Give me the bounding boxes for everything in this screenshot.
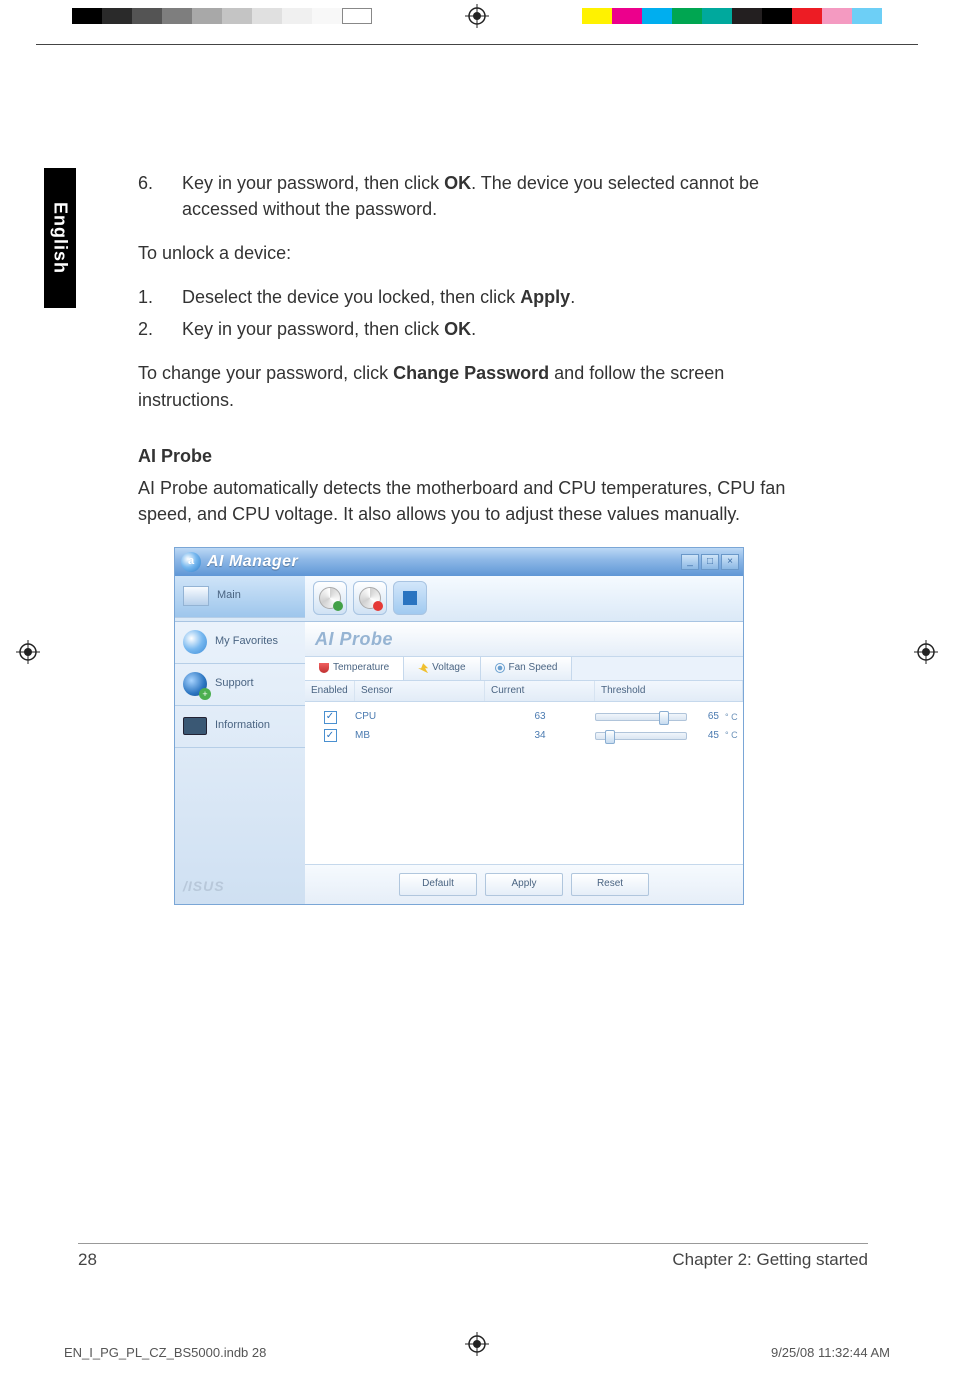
table-row: ✓ CPU63 65 ° C [305, 708, 743, 727]
nav-information[interactable]: Information [175, 706, 305, 748]
enable-checkbox[interactable]: ✓ [324, 711, 337, 724]
footer-datetime: 9/25/08 11:32:44 AM [771, 1345, 890, 1360]
unlock-heading: To unlock a device: [138, 240, 788, 266]
ai-probe-heading: AI Probe [138, 443, 788, 469]
list-number: 1. [138, 284, 182, 310]
globe-icon [183, 672, 207, 696]
window-title: AI Manager [207, 550, 298, 573]
main-pane: AI Probe Temperature Voltage Fan Speed E… [305, 622, 743, 904]
chapter-label: Chapter 2: Getting started [672, 1250, 868, 1270]
lock-dot-icon [373, 601, 383, 611]
list-number: 6. [138, 170, 182, 222]
col-threshold: Threshold [595, 681, 743, 702]
list-body: Key in your password, then click OK. [182, 316, 788, 342]
language-tab: English [44, 168, 76, 308]
footer-filename: EN_I_PG_PL_CZ_BS5000.indb 28 [64, 1345, 266, 1360]
bolt-icon [418, 663, 428, 673]
document-footer: EN_I_PG_PL_CZ_BS5000.indb 28 9/25/08 11:… [64, 1345, 890, 1360]
threshold-value: 65 [697, 710, 719, 725]
tab-label: Fan Speed [509, 661, 558, 676]
page-number: 28 [78, 1250, 97, 1270]
registration-mark-top-icon [465, 4, 489, 28]
sensor-name: MB [355, 729, 485, 744]
col-enabled: Enabled [305, 681, 355, 702]
page-content: 6. Key in your password, then click OK. … [138, 170, 788, 905]
threshold-slider[interactable] [595, 732, 687, 740]
side-nav: My Favorites Support Information /ISUS [175, 622, 305, 904]
footer-rule [78, 1243, 868, 1244]
unlock-dot-icon [333, 601, 343, 611]
enable-checkbox[interactable]: ✓ [324, 729, 337, 742]
reset-button[interactable]: Reset [571, 873, 649, 896]
minimize-button[interactable]: _ [681, 554, 699, 570]
list-number: 2. [138, 316, 182, 342]
nav-label: Information [215, 718, 270, 734]
ai-probe-button[interactable] [393, 581, 427, 615]
apply-button[interactable]: Apply [485, 873, 563, 896]
monitor-icon [183, 717, 207, 735]
close-button[interactable]: × [721, 554, 739, 570]
threshold-value: 45 [697, 729, 719, 744]
folder-icon [183, 586, 209, 606]
grid-body: ✓ CPU63 65 ° C ✓ MB34 45 ° C [305, 702, 743, 864]
button-bar: Default Apply Reset [305, 864, 743, 904]
probe-tabs: Temperature Voltage Fan Speed [305, 657, 743, 681]
unit-label: ° C [725, 729, 743, 742]
sensor-name: CPU [355, 710, 485, 725]
tab-label: Temperature [333, 661, 389, 676]
list-body: Deselect the device you locked, then cli… [182, 284, 788, 310]
nav-label: My Favorites [215, 634, 278, 650]
nav-label: Main [217, 588, 241, 604]
crop-rule-top [36, 44, 918, 45]
fan-icon [495, 663, 505, 673]
col-sensor: Sensor [355, 681, 485, 702]
current-value: 34 [485, 729, 595, 744]
tab-fan-speed[interactable]: Fan Speed [481, 657, 573, 680]
maximize-button[interactable]: □ [701, 554, 719, 570]
nav-support[interactable]: Support [175, 664, 305, 706]
nav-main[interactable]: Main [175, 576, 305, 618]
tab-temperature[interactable]: Temperature [305, 657, 404, 680]
tab-label: Voltage [432, 661, 465, 676]
app-logo-icon: a [181, 552, 201, 572]
unit-label: ° C [725, 711, 743, 724]
chip-icon [403, 591, 417, 605]
tab-voltage[interactable]: Voltage [404, 657, 480, 680]
registration-mark-right-icon [914, 640, 938, 664]
grid-header: Enabled Sensor Current Threshold [305, 681, 743, 703]
thermometer-icon [319, 663, 329, 673]
nav-favorites[interactable]: My Favorites [175, 622, 305, 664]
nav-label: Support [215, 676, 254, 692]
registration-mark-left-icon [16, 640, 40, 664]
change-password-paragraph: To change your password, click Change Pa… [138, 360, 788, 412]
ai-disk-button[interactable] [313, 581, 347, 615]
toolbar: Main [175, 576, 743, 622]
ai-probe-description: AI Probe automatically detects the mothe… [138, 475, 788, 527]
default-button[interactable]: Default [399, 873, 477, 896]
current-value: 63 [485, 710, 595, 725]
table-row: ✓ MB34 45 ° C [305, 727, 743, 746]
list-body: Key in your password, then click OK. The… [182, 170, 788, 222]
col-current: Current [485, 681, 595, 702]
threshold-slider[interactable] [595, 713, 687, 721]
asus-logo: /ISUS [175, 868, 305, 904]
ai-manager-window: a AI Manager _ □ × Main [174, 547, 744, 905]
pane-title: AI Probe [305, 622, 743, 657]
ai-security-button[interactable] [353, 581, 387, 615]
titlebar: a AI Manager _ □ × [175, 548, 743, 576]
favorites-icon [183, 630, 207, 654]
